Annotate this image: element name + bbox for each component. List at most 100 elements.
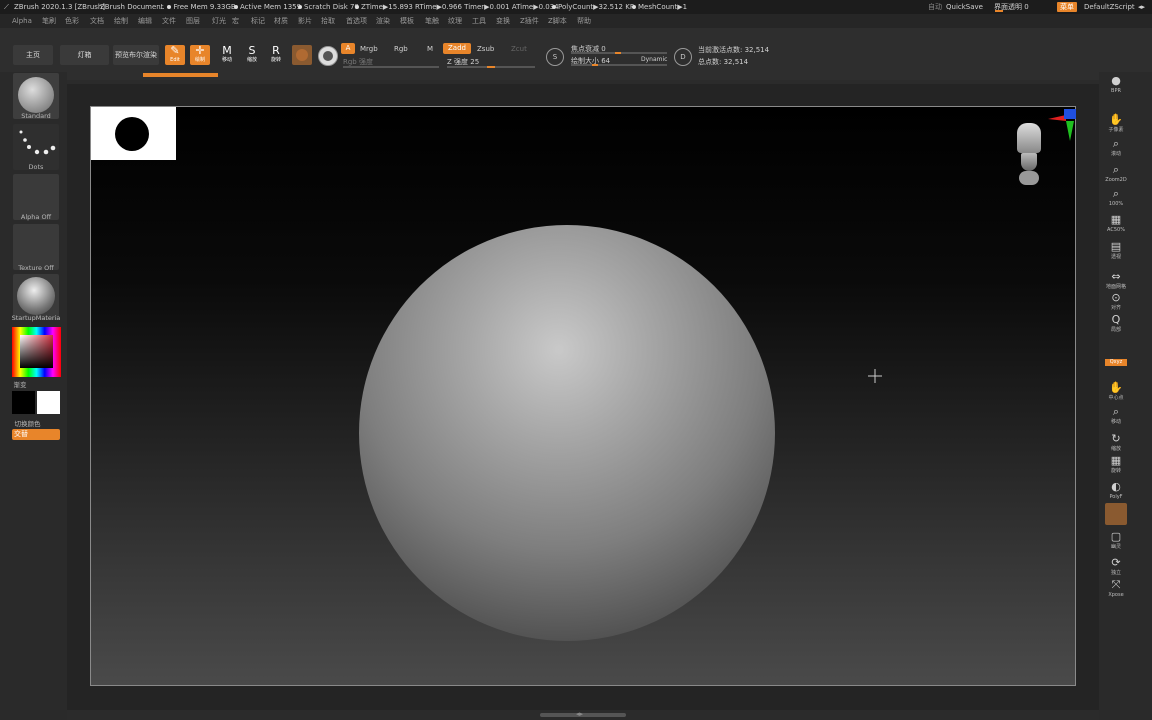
menus-button[interactable]: 菜单 [1057, 2, 1077, 12]
m-button[interactable]: M [427, 45, 433, 53]
menu-item[interactable]: 文档 [90, 14, 104, 28]
right-panel-icon: ⟳ [1111, 556, 1121, 569]
shade-sphere-icon[interactable] [318, 46, 338, 66]
menu-item[interactable]: Alpha [12, 14, 32, 28]
menu-item[interactable]: 图层 [186, 14, 200, 28]
menu-item[interactable]: 影片 [298, 14, 312, 28]
quicksave-button[interactable]: QuickSave [946, 0, 983, 14]
tab-home[interactable]: 主页 [13, 45, 53, 65]
right-panel-button[interactable]: ✋ 子像素 [1105, 113, 1127, 135]
secondary-color-swatch[interactable] [12, 391, 35, 414]
rgb-intensity-slider[interactable] [343, 66, 439, 68]
document-title: ZBrush Document [100, 3, 164, 11]
right-panel-label: 100% [1108, 201, 1124, 207]
axis-gizmo-icon[interactable] [1036, 107, 1081, 147]
menu-item[interactable]: 模板 [400, 14, 414, 28]
menu-item[interactable]: 文件 [162, 14, 176, 28]
right-panel-label: 移动 [1110, 419, 1121, 425]
right-panel-button[interactable]: ▦ 旋转 [1105, 454, 1127, 476]
solo-material-button[interactable] [1105, 503, 1127, 525]
right-panel-icon: ▢ [1110, 530, 1122, 543]
right-panel-label: 中心点 [1108, 395, 1124, 401]
menu-item[interactable]: 首选项 [346, 14, 367, 28]
right-panel-icon: ✋ [1109, 113, 1123, 126]
menu-item[interactable]: Z脚本 [548, 14, 567, 28]
zsub-button[interactable]: Zsub [477, 45, 494, 53]
draw-button[interactable]: ✛ 绘制 [190, 45, 210, 65]
right-panel-button[interactable]: ✋ 中心点 [1105, 381, 1127, 403]
sphere-mesh[interactable] [359, 225, 775, 641]
gradient-label[interactable]: 渐变 [0, 379, 40, 389]
menu-item[interactable]: 拾取 [321, 14, 335, 28]
menu-item[interactable]: 变换 [496, 14, 510, 28]
stroke-label: Dots [28, 163, 44, 171]
focal-shift-slider[interactable] [571, 52, 667, 54]
right-panel-button[interactable]: ⟳ 独立 [1105, 556, 1127, 578]
menu-item[interactable]: 标记 [251, 14, 265, 28]
menu-item[interactable]: 纹理 [448, 14, 462, 28]
menu-item[interactable]: 灯光 [212, 14, 226, 28]
color-square[interactable] [20, 335, 53, 368]
mrgb-button[interactable]: Mrgb [360, 45, 378, 53]
zcut-button[interactable]: Zcut [511, 45, 527, 53]
menu-item[interactable]: 宏 [232, 14, 239, 28]
right-panel-icon: ⇔ [1111, 270, 1121, 283]
right-panel-icon: ✋ [1109, 381, 1123, 394]
right-panel-button[interactable]: ● BPR [1105, 74, 1127, 96]
right-panel-button[interactable]: Q 局部 [1105, 313, 1127, 335]
a-button[interactable]: A [341, 43, 355, 54]
edit-button[interactable]: ✎ Edit [165, 45, 185, 65]
right-panel-button[interactable]: ⊙ 对齐 [1105, 291, 1127, 313]
right-panel-button[interactable]: ⌕ 滚动 [1105, 137, 1127, 159]
dynamic-button[interactable]: Dynamic [641, 56, 667, 63]
right-panel-button[interactable]: ⤧ Xpose [1105, 578, 1127, 600]
right-panel-button[interactable]: ▤ 透视 [1105, 240, 1127, 262]
right-panel-label: Qxyz [1105, 359, 1127, 366]
right-panel-label: PolyF [1109, 494, 1123, 500]
menu-item[interactable]: 工具 [472, 14, 486, 28]
menu-item[interactable]: 笔刷 [42, 14, 56, 28]
menu-item[interactable]: 绘制 [114, 14, 128, 28]
document-canvas[interactable] [90, 106, 1076, 686]
right-panel-button[interactable]: ⌕ 移动 [1105, 405, 1127, 427]
right-panel-label: 对齐 [1110, 305, 1121, 311]
menu-item[interactable]: 笔触 [425, 14, 439, 28]
menu-item[interactable]: 渲染 [376, 14, 390, 28]
right-panel-button[interactable]: ▦ AC50% [1105, 213, 1127, 235]
tab-lightbox[interactable]: 灯箱 [60, 45, 109, 65]
primary-color-swatch[interactable] [37, 391, 60, 414]
scale-button[interactable]: S 缩放 [242, 45, 262, 65]
menu-item[interactable]: 材质 [274, 14, 288, 28]
right-panel-button[interactable]: ⌕ 100% [1105, 187, 1127, 209]
draw-size-slider[interactable] [571, 64, 667, 66]
right-panel-button[interactable]: ⇔ 地面网格 [1105, 270, 1127, 292]
material-swatch-button[interactable] [292, 45, 312, 65]
right-panel-button[interactable]: Qxyz [1105, 355, 1127, 377]
menu-item[interactable]: 编辑 [138, 14, 152, 28]
right-panel-button[interactable]: ↻ 缩放 [1105, 432, 1127, 454]
rotate-button[interactable]: R 旋转 [266, 45, 286, 65]
right-panel-button[interactable]: ⌕ Zoom2D [1105, 163, 1127, 185]
menu-item[interactable]: 色彩 [65, 14, 79, 28]
right-panel-label: 滚动 [1110, 151, 1121, 157]
zadd-button[interactable]: Zadd [443, 43, 471, 54]
alternate-button[interactable]: 交替 [12, 429, 60, 440]
sculptris-icon[interactable]: S [546, 48, 564, 66]
transparency-slider[interactable] [995, 10, 1003, 12]
menu-item[interactable]: Z插件 [520, 14, 539, 28]
right-panel-icon: ⌕ [1112, 187, 1120, 200]
switch-color-button[interactable]: 切换颜色 [0, 418, 55, 428]
move-button[interactable]: M 移动 [217, 45, 237, 65]
default-zscript[interactable]: DefaultZScript [1084, 0, 1135, 14]
right-panel-button[interactable]: ◐ PolyF [1105, 480, 1127, 502]
tab-live-boolean[interactable]: 预览布尔渲染 [113, 45, 159, 65]
collapse-arrow-icon[interactable]: ◂▸ [576, 710, 583, 718]
dynamic-icon[interactable]: D [674, 48, 692, 66]
z-intensity-slider[interactable] [447, 66, 535, 68]
right-panel-label: 子像素 [1108, 127, 1124, 133]
menu-item[interactable]: 帮助 [577, 14, 591, 28]
right-panel-button[interactable]: ▢ 幽灵 [1105, 530, 1127, 552]
rgb-button[interactable]: Rgb [394, 45, 408, 53]
color-picker[interactable] [12, 327, 61, 377]
window-controls-icon[interactable]: ◂▸ [1138, 0, 1145, 14]
